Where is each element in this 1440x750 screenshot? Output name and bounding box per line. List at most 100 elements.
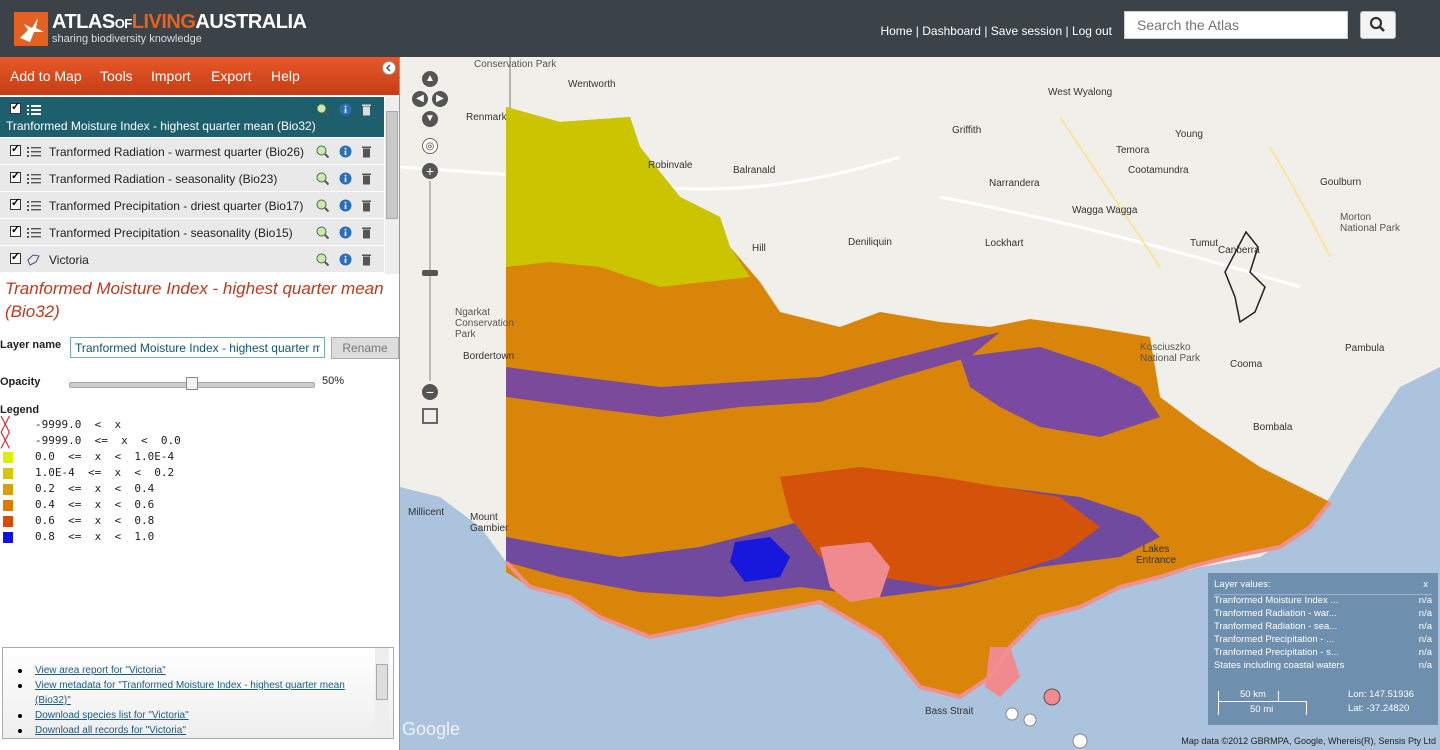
menu-tools[interactable]: Tools — [100, 68, 133, 84]
layer-visibility-checkbox[interactable] — [10, 196, 21, 210]
delete-layer-icon[interactable] — [360, 172, 373, 185]
map-label: Mount Gambier — [470, 512, 509, 534]
pan-right-icon[interactable]: ▶ — [432, 91, 448, 107]
ala-logo-icon[interactable] — [14, 12, 48, 46]
pan-left-icon[interactable]: ◀ — [412, 91, 428, 107]
layer-row-bio15[interactable]: Tranformed Precipitation - seasonality (… — [0, 219, 384, 246]
layer-row-victoria[interactable]: Victoria — [0, 246, 384, 273]
close-icon[interactable]: x — [1423, 579, 1428, 590]
zoom-to-layer-icon[interactable] — [316, 199, 329, 212]
selected-layer-title: Tranformed Moisture Index - highest quar… — [5, 279, 384, 321]
nav-home-link[interactable]: Home — [880, 24, 912, 38]
layer-value-row: Tranformed Radiation - sea... n/a — [1214, 621, 1432, 632]
layer-name-input[interactable] — [70, 337, 325, 358]
menu-import[interactable]: Import — [151, 68, 191, 84]
layers-icon[interactable] — [422, 408, 438, 424]
rename-button[interactable]: Rename — [331, 337, 399, 359]
delete-layer-icon[interactable] — [360, 103, 373, 116]
info-icon[interactable] — [339, 199, 352, 212]
layer-name-label: Layer name — [0, 339, 62, 351]
info-icon[interactable] — [339, 172, 352, 185]
layer-values-header: Layer values: x — [1214, 579, 1432, 595]
layer-visibility-checkbox[interactable] — [10, 169, 21, 183]
latitude-readout: Lat: -37.24820 — [1348, 703, 1410, 714]
scale-km: 50 km — [1240, 689, 1266, 700]
zoom-to-layer-icon[interactable] — [316, 103, 329, 116]
zoom-track[interactable] — [429, 181, 431, 381]
info-icon[interactable] — [339, 253, 352, 266]
info-icon[interactable] — [339, 145, 352, 158]
menu-help[interactable]: Help — [271, 68, 300, 84]
pan-up-icon[interactable]: ▲ — [422, 71, 438, 87]
chevron-left-icon — [385, 64, 391, 72]
menu-export[interactable]: Export — [211, 68, 251, 84]
site-title[interactable]: ATLASOFLIVINGAUSTRALIA — [52, 11, 307, 34]
layer-value-row: Tranformed Radiation - war... n/a — [1214, 608, 1432, 619]
zoom-to-layer-icon[interactable] — [316, 253, 329, 266]
layer-name: Tranformed Precipitation - seasonality (… — [49, 226, 293, 240]
map-label: Wentworth — [568, 79, 616, 90]
info-icon[interactable] — [339, 103, 352, 116]
map-label: Young — [1175, 129, 1203, 140]
layer-list-scrollbar[interactable] — [385, 97, 399, 274]
zoom-in-icon[interactable]: + — [422, 163, 438, 179]
layer-visibility-checkbox[interactable] — [10, 100, 21, 114]
view-area-report-link[interactable]: View area report for "Victoria" — [18, 663, 393, 678]
view-metadata-link[interactable]: View metadata for "Tranformed Moisture I… — [18, 678, 375, 708]
search-input[interactable] — [1124, 11, 1348, 39]
legend-swatch — [3, 500, 13, 511]
zoom-to-layer-icon[interactable] — [316, 172, 329, 185]
island — [1072, 733, 1088, 749]
delete-layer-icon[interactable] — [360, 145, 373, 158]
legend-item: ╳ -9999.0 < x — [1, 416, 122, 432]
zoom-to-layer-icon[interactable] — [316, 145, 329, 158]
zoom-out-icon[interactable]: − — [422, 384, 438, 400]
layer-row-bio32[interactable]: Tranformed Moisture Index - highest quar… — [0, 97, 384, 138]
polygon-icon — [27, 254, 40, 266]
legend-item: 0.0 <= x < 1.0E-4 — [0, 450, 300, 466]
list-icon — [27, 105, 41, 115]
layer-row-bio23[interactable]: Tranformed Radiation - seasonality (Bio2… — [0, 165, 384, 192]
nav-save-session-link[interactable]: Save session — [991, 24, 1062, 38]
layer-row-bio17[interactable]: Tranformed Precipitation - driest quarte… — [0, 192, 384, 219]
map-label: Conservation Park — [474, 59, 557, 70]
pan-down-icon[interactable]: ▼ — [422, 111, 438, 127]
info-icon[interactable] — [339, 226, 352, 239]
nav-dashboard-link[interactable]: Dashboard — [922, 24, 981, 38]
scrollbar-thumb[interactable] — [376, 664, 388, 700]
map-label: Temora — [1116, 145, 1150, 156]
layer-name: Victoria — [49, 253, 89, 267]
layer-values-title: Layer values: — [1214, 579, 1271, 590]
menu-add-to-map[interactable]: Add to Map — [10, 68, 82, 84]
zoom-to-layer-icon[interactable] — [316, 226, 329, 239]
legend-label: Legend — [0, 404, 40, 416]
delete-layer-icon[interactable] — [360, 199, 373, 212]
google-watermark: Google — [402, 719, 461, 739]
left-panel: Add to Map Tools Import Export Help Tran… — [0, 57, 400, 750]
download-species-list-link[interactable]: Download species list for "Victoria" — [18, 708, 393, 723]
island — [1043, 688, 1061, 706]
scale-bar: 50 km 50 mi — [1218, 689, 1307, 717]
legend-item: 0.4 <= x < 0.6 — [0, 498, 300, 514]
download-records-link[interactable]: Download all records for "Victoria" — [18, 723, 393, 738]
list-icon — [27, 228, 41, 238]
collapse-panel-button[interactable] — [382, 61, 396, 75]
map-label: Pambula — [1345, 343, 1385, 354]
delete-layer-icon[interactable] — [360, 253, 373, 266]
locate-icon[interactable]: ◎ — [422, 138, 438, 154]
island — [1005, 707, 1019, 721]
layer-value-row: Tranformed Precipitation - s... n/a — [1214, 647, 1432, 658]
scrollbar-thumb[interactable] — [386, 111, 398, 219]
layer-visibility-checkbox[interactable] — [10, 223, 21, 237]
map-view[interactable]: Google ▲ ◀ ▶ ▼ ◎ + − Conservation Park W… — [400, 57, 1440, 750]
links-scrollbar[interactable] — [375, 648, 389, 738]
map-label: Renmark — [466, 112, 507, 123]
zoom-slider-handle[interactable] — [422, 270, 438, 276]
layer-visibility-checkbox[interactable] — [10, 142, 21, 156]
nav-logout-link[interactable]: Log out — [1072, 24, 1112, 38]
layer-visibility-checkbox[interactable] — [10, 250, 21, 264]
delete-layer-icon[interactable] — [360, 226, 373, 239]
layer-row-bio26[interactable]: Tranformed Radiation - warmest quarter (… — [0, 138, 384, 165]
opacity-slider-handle[interactable] — [186, 377, 198, 390]
search-button[interactable] — [1360, 11, 1396, 39]
